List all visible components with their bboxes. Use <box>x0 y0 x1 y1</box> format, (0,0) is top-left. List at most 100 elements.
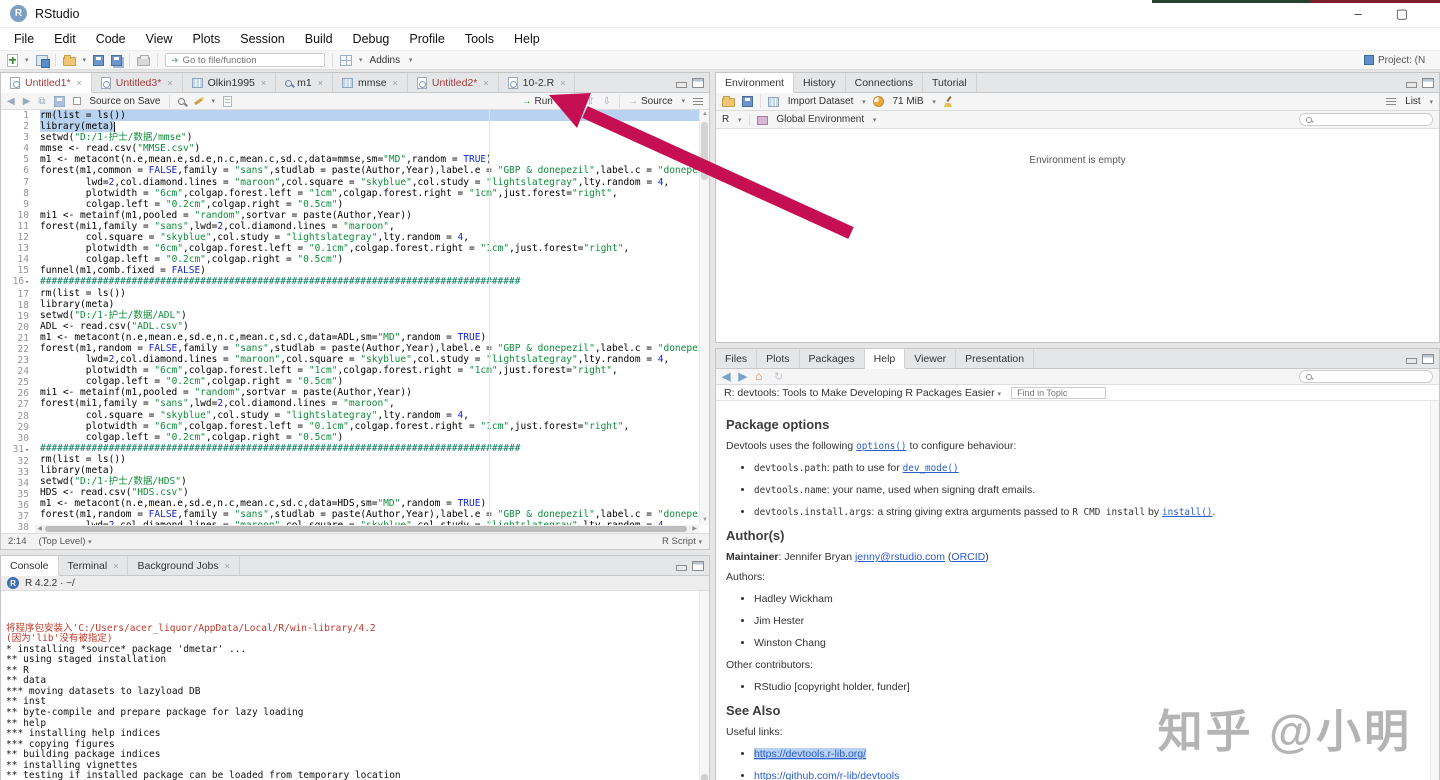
help-search-input[interactable] <box>1316 371 1426 382</box>
minimize-button[interactable]: – <box>1354 6 1361 22</box>
code-line[interactable]: lwd=2,col.diamond.lines = "maroon",col.s… <box>40 177 709 188</box>
code-editor[interactable]: 1 2 3 4 5 6 7 8 9 10 11 12 13 14 15 16▾ 17 18 19 20 21 22 23 24… <box>1 110 709 533</box>
pane-layout-icon[interactable] <box>340 54 353 66</box>
pane-maximize-icon[interactable] <box>1422 78 1434 88</box>
source-tab-m1[interactable]: m1 × <box>276 73 333 92</box>
help-back-icon[interactable]: ◀ <box>722 370 730 383</box>
close-icon[interactable]: × <box>167 78 172 88</box>
menu-debug[interactable]: Debug <box>343 29 400 49</box>
source-on-save-toggle[interactable]: Source on Save <box>72 96 161 107</box>
code-line[interactable]: forest(mi1,family = "sans",lwd=2,col.dia… <box>40 221 709 232</box>
environment-tab-tutorial[interactable]: Tutorial <box>923 73 977 92</box>
scroll-up-icon[interactable]: ▲ <box>700 110 709 119</box>
new-file-icon[interactable] <box>7 53 18 67</box>
save-icon[interactable] <box>93 54 105 66</box>
help-scrollbar[interactable] <box>1430 401 1439 780</box>
code-tools-icon[interactable] <box>193 96 204 107</box>
code-line[interactable]: rm(list = ls()) <box>40 288 709 299</box>
console-tab-background-jobs[interactable]: Background Jobs × <box>128 556 240 575</box>
help-link[interactable]: dev_mode() <box>903 463 959 474</box>
code-tools-dropdown-icon[interactable]: ▾ <box>212 97 216 105</box>
help-link[interactable]: https://devtools.r-lib.org/ <box>754 748 867 760</box>
code-line[interactable]: setwd("D:/1-护士/数据/HDS") <box>40 476 709 487</box>
save-workspace-icon[interactable] <box>742 96 753 107</box>
new-file-dropdown-icon[interactable]: ▾ <box>25 56 29 64</box>
pane-maximize-icon[interactable] <box>1422 354 1434 364</box>
popout-icon[interactable]: ⧉ <box>38 96 45 107</box>
compile-report-icon[interactable] <box>223 95 233 107</box>
menu-plots[interactable]: Plots <box>182 29 230 49</box>
code-line[interactable]: rm(list = ls()) <box>40 454 709 465</box>
pane-layout-dropdown-icon[interactable]: ▾ <box>359 56 363 64</box>
help-link[interactable]: https://github.com/r-lib/devtools <box>754 770 899 780</box>
menu-profile[interactable]: Profile <box>399 29 454 49</box>
source-button[interactable]: → Source ▾ <box>628 96 685 107</box>
help-link[interactable]: ORCID <box>951 551 985 563</box>
code-line[interactable]: forest(m1,random = FALSE,family = "sans"… <box>40 343 709 354</box>
code-line[interactable]: colgap.left = "0.2cm",colgap.right = "0.… <box>40 376 709 387</box>
environment-tab-environment[interactable]: Environment <box>716 73 794 93</box>
source-tab-olkin1995[interactable]: Olkin1995 × <box>183 73 277 92</box>
source-tab-untitled2-[interactable]: Untitled2* × <box>408 73 499 92</box>
project-selector[interactable]: Project: (N <box>1364 55 1440 66</box>
goto-file-box[interactable]: ➜ <box>165 53 326 67</box>
addins-button[interactable]: Addins ▾ <box>370 55 413 66</box>
console-output[interactable]: 将程序包安装入'C:/Users/acer_liquor/AppData/Loc… <box>1 591 709 780</box>
code-line[interactable]: funnel(m1,comb.fixed = FALSE) <box>40 265 709 276</box>
find-in-topic-input[interactable] <box>1011 386 1107 399</box>
rerun-icon[interactable]: ↻ <box>570 96 578 107</box>
open-file-icon[interactable] <box>62 54 76 66</box>
scrollbar-thumb[interactable] <box>45 526 687 532</box>
find-replace-icon[interactable] <box>177 98 185 105</box>
pane-minimize-icon[interactable] <box>1406 81 1417 88</box>
code-line[interactable]: forest(m1,common = FALSE,family = "sans"… <box>40 165 709 176</box>
menu-tools[interactable]: Tools <box>455 29 504 49</box>
source-down-icon[interactable]: ⇩ <box>603 96 611 107</box>
code-line[interactable]: m1 <- metacont(n.e,mean.e,sd.e,n.c,mean.… <box>40 154 709 165</box>
close-icon[interactable]: × <box>318 78 323 88</box>
scrollbar-thumb[interactable] <box>701 773 708 780</box>
environment-search-box[interactable] <box>1299 113 1433 126</box>
code-line[interactable]: forest(mi1,family = "sans",lwd=2,col.dia… <box>40 398 709 409</box>
code-line[interactable]: mmse <- read.csv("MMSE.csv") <box>40 143 709 154</box>
pane-maximize-icon[interactable] <box>692 561 704 571</box>
help-search-box[interactable] <box>1299 370 1433 383</box>
help-home-icon[interactable]: ⌂ <box>755 370 766 382</box>
import-dataset-button[interactable]: Import Dataset ▾ <box>768 96 866 107</box>
close-icon[interactable]: × <box>393 78 398 88</box>
code-line[interactable]: plotwidth = "6cm",colgap.forest.left = "… <box>40 421 709 432</box>
maximize-button[interactable]: ▢ <box>1396 6 1408 22</box>
environment-tab-connections[interactable]: Connections <box>846 73 923 92</box>
code-line[interactable]: ADL <- read.csv("ADL.csv") <box>40 321 709 332</box>
code-line[interactable]: setwd("D:/1-护士/数据/ADL") <box>40 310 709 321</box>
code-line[interactable]: HDS <- read.csv("HDS.csv") <box>40 487 709 498</box>
environment-tab-history[interactable]: History <box>794 73 846 92</box>
fold-arrow-icon[interactable]: ▾ <box>25 278 29 286</box>
menu-file[interactable]: File <box>4 29 44 49</box>
help-tab-plots[interactable]: Plots <box>757 349 800 368</box>
menu-session[interactable]: Session <box>230 29 294 49</box>
close-icon[interactable]: × <box>113 561 118 571</box>
goto-file-input[interactable] <box>182 54 303 66</box>
code-line[interactable]: ########################################… <box>40 276 709 287</box>
code-line[interactable]: library(meta) <box>40 299 709 310</box>
environment-search-input[interactable] <box>1316 114 1426 125</box>
language-selector[interactable]: R ▾ <box>722 114 742 125</box>
menu-build[interactable]: Build <box>295 29 343 49</box>
source-tab-untitled1-[interactable]: Untitled1* × <box>1 73 92 93</box>
close-icon[interactable]: × <box>560 78 565 88</box>
document-outline-icon[interactable] <box>693 97 703 107</box>
console-tab-terminal[interactable]: Terminal × <box>59 556 129 575</box>
help-tab-files[interactable]: Files <box>716 349 758 368</box>
pane-minimize-icon[interactable] <box>676 81 687 88</box>
help-refresh-icon[interactable]: ↻ <box>774 370 783 383</box>
code-line[interactable]: lwd=2,col.diamond.lines = "maroon",col.s… <box>40 354 709 365</box>
code-line[interactable]: colgap.left = "0.2cm",colgap.right = "0.… <box>40 254 709 265</box>
help-tab-packages[interactable]: Packages <box>800 349 865 368</box>
clear-workspace-icon[interactable] <box>943 96 954 107</box>
save-all-icon[interactable] <box>111 54 123 66</box>
code-line[interactable]: library(meta) <box>40 465 709 476</box>
scrollbar-thumb[interactable] <box>701 122 708 180</box>
help-topic-title[interactable]: R: devtools: Tools to Make Developing R … <box>724 387 1001 399</box>
forward-icon[interactable]: ▶ <box>23 96 31 107</box>
